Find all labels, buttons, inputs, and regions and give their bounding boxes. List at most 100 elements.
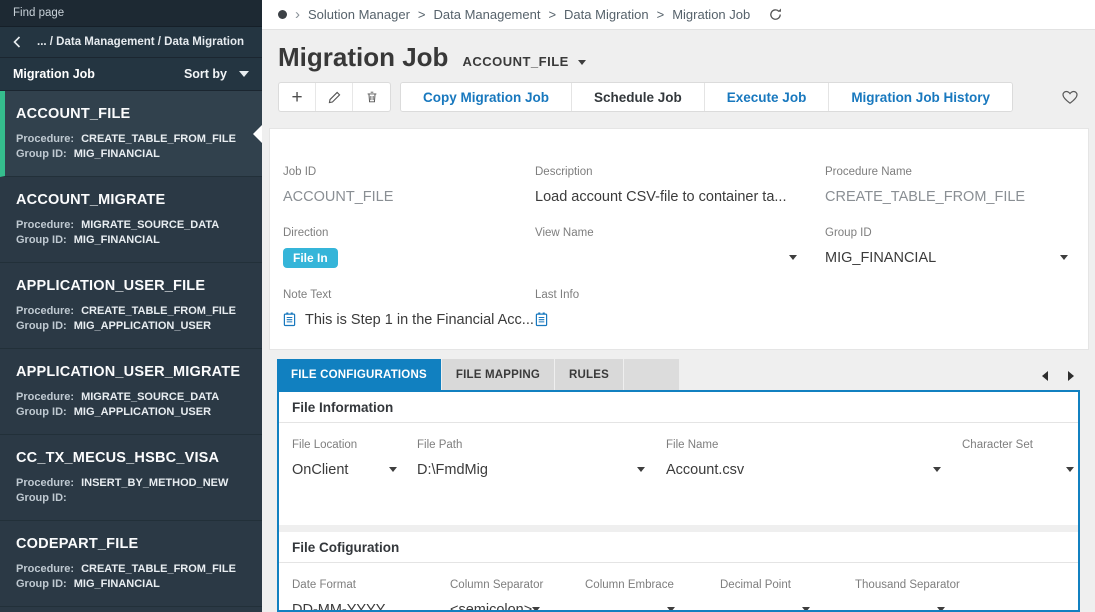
file-name-label: File Name	[666, 439, 962, 451]
home-dot-icon[interactable]	[278, 10, 287, 19]
description-value[interactable]: Load account CSV-file to container ta...	[535, 187, 825, 206]
group-label: Group ID:	[16, 406, 67, 418]
note-icon[interactable]	[283, 312, 296, 327]
caret-down-icon[interactable]	[789, 255, 797, 260]
decimal-point-dropdown[interactable]	[720, 600, 810, 612]
group-label: Group ID:	[16, 492, 67, 504]
list-item-cc-tx-mecus-hsbc-visa[interactable]: CC_TX_MECUS_HSBC_VISA Procedure:INSERT_B…	[0, 435, 262, 521]
sort-by-label: Sort by	[184, 67, 227, 81]
decimal-point-label: Decimal Point	[720, 579, 855, 591]
add-button[interactable]: +	[279, 83, 316, 111]
breadcrumb-data-migration[interactable]: Data Migration	[564, 7, 649, 22]
note-text-value[interactable]: This is Step 1 in the Financial Acc...	[305, 312, 534, 328]
list-item-codepart-file[interactable]: CODEPART_FILE Procedure:CREATE_TABLE_FRO…	[0, 521, 262, 607]
caret-down-icon[interactable]	[802, 607, 810, 612]
last-info-label: Last Info	[535, 289, 825, 301]
copy-migration-job-button[interactable]: Copy Migration Job	[401, 83, 572, 111]
column-embrace-label: Column Embrace	[585, 579, 720, 591]
view-name-dropdown[interactable]	[535, 248, 797, 267]
file-path-dropdown[interactable]: D:\FmdMig	[417, 460, 645, 479]
record-selector-value[interactable]: ACCOUNT_FILE	[462, 54, 568, 69]
file-location-label: File Location	[292, 439, 417, 451]
procedure-name-label: Procedure Name	[825, 166, 1075, 178]
caret-down-icon[interactable]	[667, 607, 675, 612]
column-separator-dropdown[interactable]: <semicolon>	[450, 600, 540, 612]
list-item-application-user-migrate[interactable]: APPLICATION_USER_MIGRATE Procedure:MIGRA…	[0, 349, 262, 435]
file-name-dropdown[interactable]: Account.csv	[666, 460, 941, 479]
job-name: CC_TX_MECUS_HSBC_VISA	[16, 450, 250, 466]
favorite-button[interactable]	[1061, 89, 1079, 105]
file-name-field: File Name Account.csv	[666, 439, 962, 479]
direction-field: Direction File In	[283, 227, 535, 268]
list-item-account-file[interactable]: ACCOUNT_FILE Procedure:CREATE_TABLE_FROM…	[0, 91, 262, 177]
caret-down-icon[interactable]	[937, 607, 945, 612]
job-name: APPLICATION_USER_MIGRATE	[16, 364, 250, 380]
tab-file-configurations[interactable]: FILE CONFIGURATIONS	[277, 359, 441, 390]
direction-label: Direction	[283, 227, 535, 239]
breadcrumb: › Solution Manager > Data Management > D…	[262, 0, 1095, 30]
list-item-application-user-file[interactable]: APPLICATION_USER_FILE Procedure:CREATE_T…	[0, 263, 262, 349]
group-id-label: Group ID	[825, 227, 1075, 239]
schedule-job-button[interactable]: Schedule Job	[572, 83, 705, 111]
file-information-section: File Information File Location OnClient …	[279, 392, 1078, 525]
group-id-dropdown[interactable]: MIG_FINANCIAL	[825, 248, 1068, 267]
column-separator-value: <semicolon>	[450, 602, 532, 612]
sidebar-list-header: Migration Job Sort by	[0, 58, 262, 91]
chevron-right-icon: ›	[295, 7, 300, 22]
procedure-value: CREATE_TABLE_FROM_FILE	[81, 563, 236, 575]
toolbar: + Copy Migration Job Schedule Job Execut…	[262, 82, 1095, 112]
procedure-label: Procedure:	[16, 563, 74, 575]
list-item-account-migrate[interactable]: ACCOUNT_MIGRATE Procedure:MIGRATE_SOURCE…	[0, 177, 262, 263]
back-chevron-icon[interactable]	[13, 36, 21, 48]
caret-down-icon[interactable]	[933, 467, 941, 472]
file-path-value: D:\FmdMig	[417, 462, 488, 478]
find-page-bar[interactable]: Find page	[0, 0, 262, 27]
note-icon[interactable]	[535, 312, 548, 327]
edit-button[interactable]	[316, 83, 353, 111]
crud-button-group: +	[278, 82, 391, 112]
sort-by-control[interactable]: Sort by	[184, 67, 249, 81]
column-embrace-dropdown[interactable]	[585, 600, 675, 612]
section-divider	[279, 525, 1078, 532]
caret-down-icon[interactable]	[532, 607, 540, 612]
thousand-separator-dropdown[interactable]	[855, 600, 945, 612]
delete-button[interactable]	[353, 83, 390, 111]
view-name-field: View Name	[535, 227, 825, 268]
caret-down-icon[interactable]	[1066, 467, 1074, 472]
tab-file-mapping[interactable]: FILE MAPPING	[442, 359, 554, 390]
sidebar-back-nav[interactable]: ... / Data Management / Data Migration	[0, 27, 262, 58]
trash-icon	[365, 90, 379, 104]
file-configuration-section: File Cofiguration Date Format DD-MM-YYYY…	[279, 532, 1078, 612]
character-set-label: Character Set	[962, 439, 1074, 451]
breadcrumb-data-management[interactable]: Data Management	[434, 7, 541, 22]
decimal-point-field: Decimal Point	[720, 579, 855, 612]
migration-job-history-button[interactable]: Migration Job History	[829, 83, 1012, 111]
breadcrumb-migration-job[interactable]: Migration Job	[672, 7, 750, 22]
group-value: MIG_FINANCIAL	[74, 148, 160, 160]
tab-scroll-left-icon[interactable]	[1042, 371, 1048, 381]
tab-rules[interactable]: RULES	[555, 359, 623, 390]
job-id-label: Job ID	[283, 166, 535, 178]
heart-icon	[1061, 89, 1079, 105]
character-set-dropdown[interactable]	[962, 460, 1074, 479]
file-location-dropdown[interactable]: OnClient	[292, 460, 397, 479]
caret-down-icon[interactable]	[637, 467, 645, 472]
group-label: Group ID:	[16, 148, 67, 160]
date-format-value[interactable]: DD-MM-YYYY	[292, 600, 450, 612]
view-name-label: View Name	[535, 227, 825, 239]
procedure-value: INSERT_BY_METHOD_NEW	[81, 477, 228, 489]
tab-scroll-right-icon[interactable]	[1068, 371, 1074, 381]
last-info-field: Last Info	[535, 289, 825, 329]
breadcrumb-solution-manager[interactable]: Solution Manager	[308, 7, 410, 22]
refresh-icon[interactable]	[768, 7, 783, 22]
caret-down-icon[interactable]	[1060, 255, 1068, 260]
file-location-value: OnClient	[292, 462, 348, 478]
caret-down-icon[interactable]	[578, 60, 586, 65]
thousand-separator-label: Thousand Separator	[855, 579, 1065, 591]
job-name: ACCOUNT_MIGRATE	[16, 192, 250, 208]
execute-job-button[interactable]: Execute Job	[705, 83, 830, 111]
caret-down-icon[interactable]	[389, 467, 397, 472]
group-id-field: Group ID MIG_FINANCIAL	[825, 227, 1075, 268]
main-content: › Solution Manager > Data Management > D…	[262, 0, 1095, 612]
job-name: ACCOUNT_FILE	[16, 106, 250, 122]
